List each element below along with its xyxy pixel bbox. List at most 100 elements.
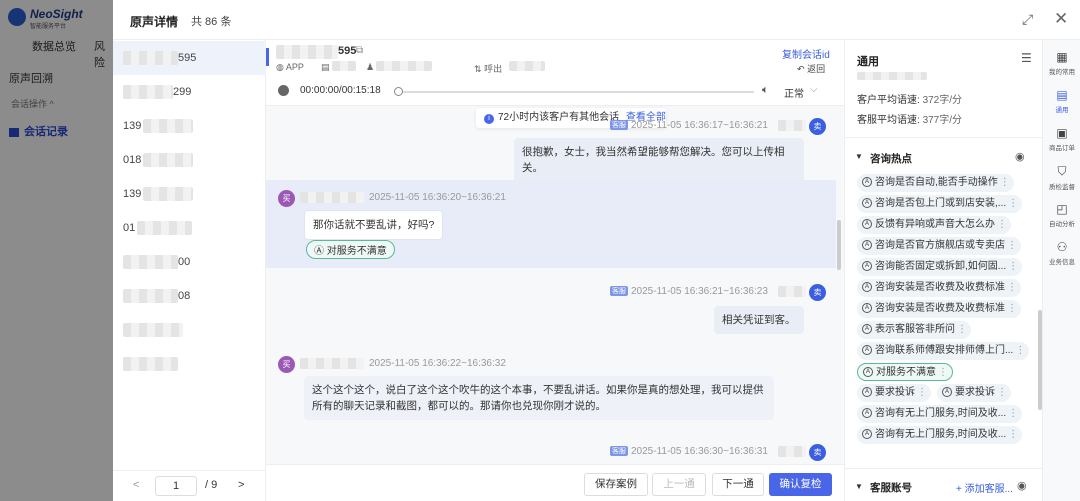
hot-tag-text: 咨询是否包上门或到店安装,... (875, 198, 1007, 209)
list-item[interactable]: 08 (113, 279, 266, 313)
pager-total: / 9 (205, 479, 218, 491)
masked-number (123, 323, 183, 338)
tag-icon: A (862, 324, 872, 335)
expand-icon[interactable]: ⤢ (1022, 11, 1033, 28)
more-icon[interactable]: ⋮ (957, 324, 967, 335)
add-agent-link[interactable]: + 添加客服... (956, 480, 1013, 495)
rail-item-orders[interactable]: ▣ 商品订单 (1043, 126, 1080, 152)
hot-tag[interactable]: A 咨询是否自动,能否手动操作 ⋮ (857, 174, 1014, 192)
hot-tag-text: 咨询能否固定或拆卸,如何固... (875, 261, 1007, 272)
list-item[interactable] (113, 313, 266, 347)
more-icon[interactable]: ⋮ (997, 387, 1007, 398)
call-direction: ⇅ 呼出 (474, 62, 502, 75)
list-item[interactable]: 018 (113, 143, 266, 177)
masked-name (778, 286, 806, 297)
hot-tag-text: 咨询安装是否收费及收费标准 (875, 282, 1005, 293)
hot-tag[interactable]: A 反馈有异响或声音大怎么办 ⋮ (857, 216, 1011, 234)
confirm-recheck-button[interactable]: 确认复检 (769, 473, 832, 496)
more-icon[interactable]: ⋮ (1000, 177, 1010, 188)
hot-tag[interactable]: A 咨询是否包上门或到店安装,... ⋮ (857, 195, 1023, 213)
modal-header: 原声详情 共 86 条 ⤢ ✕ (113, 0, 1080, 40)
hot-tag[interactable]: A 咨询能否固定或拆卸,如何固... ⋮ (857, 258, 1023, 276)
panel-title: 通用 (857, 56, 879, 68)
next-call-button[interactable]: 下一通 (712, 473, 764, 496)
more-icon[interactable]: ⋮ (1015, 345, 1025, 356)
hot-tag[interactable]: A 表示客服答非所问 ⋮ (857, 321, 971, 339)
back-link[interactable]: ↶ 返回 (797, 62, 825, 75)
hot-tag[interactable]: A 咨询有无上门服务,时间及收... ⋮ (857, 426, 1023, 444)
copy-icon[interactable]: ⧉ (356, 45, 363, 56)
role-tag: 客服 (610, 120, 628, 131)
hot-tag[interactable]: A 要求投诉 ⋮ (937, 384, 1011, 402)
pager-prev[interactable]: < (133, 479, 139, 491)
hot-tag[interactable]: A 咨询是否官方旗舰店或专卖店 ⋮ (857, 237, 1021, 255)
audio-time: 00:00:00/00:15:18 (300, 85, 381, 96)
chat-transcript: i 72小时内该客户有其他会话 查看全部 客服 2025-11-05 16:36:1… (266, 106, 844, 464)
message-time: 2025-11-05 16:36:21~16:36:23 (631, 286, 768, 297)
list-item-prefix: 139 (123, 188, 142, 200)
prev-call-button[interactable]: 上一通 (652, 473, 706, 496)
volume-icon[interactable]: 🔈︎ (762, 84, 769, 97)
hot-tag[interactable]: A 要求投诉 ⋮ (857, 384, 931, 402)
rail-item-analysis[interactable]: ◰ 自动分析 (1043, 202, 1080, 228)
list-item[interactable] (113, 347, 266, 381)
panel-menu-icon[interactable]: ☰ (1021, 51, 1032, 65)
save-case-button[interactable]: 保存案例 (584, 473, 648, 496)
label-chip[interactable]: Ⓐ 对服务不满意 (306, 240, 395, 259)
more-icon[interactable]: ⋮ (917, 387, 927, 398)
list-item[interactable]: 00 (113, 245, 266, 279)
more-icon[interactable]: ⋮ (1007, 240, 1017, 251)
hot-tag[interactable]: A 咨询安装是否收费及收费标准 ⋮ (857, 300, 1021, 318)
pager-input[interactable]: 1 (155, 476, 197, 496)
close-icon[interactable]: ✕ (1054, 9, 1068, 29)
hot-tag[interactable]: A 咨询有无上门服务,时间及收... ⋮ (857, 405, 1023, 423)
role-tag: 客服 (610, 446, 628, 457)
record-list: 595 299 139 018 139 01 00 08 < 1 / 9 > (113, 40, 266, 501)
label-chip-text: 对服务不满意 (326, 246, 387, 257)
stat-label: 客服平均语速: (857, 115, 920, 126)
masked-name (300, 192, 364, 203)
chevron-down-icon[interactable]: ⌵ (810, 84, 818, 95)
play-icon[interactable] (278, 85, 289, 96)
pager-next[interactable]: > (238, 479, 244, 491)
list-item[interactable]: 139 (113, 109, 266, 143)
rail-item-qa[interactable]: ⛉ 质检监督 (1043, 164, 1080, 191)
chat-scrollbar[interactable] (837, 220, 841, 270)
masked-name (778, 446, 806, 457)
rail-item-favorites[interactable]: ▦ 我的常用 (1043, 50, 1080, 76)
masked-number (123, 51, 178, 66)
eye-icon[interactable]: ◉ (1017, 479, 1027, 492)
agent-avatar: 卖 (809, 284, 826, 301)
hot-tag[interactable]: A 咨询联系师傅跟安排师傅上门... ⋮ (857, 342, 1030, 360)
more-icon[interactable]: ⋮ (1008, 408, 1018, 419)
eye-icon[interactable]: ◉ (1015, 150, 1025, 163)
more-icon[interactable]: ⋮ (1007, 282, 1017, 293)
more-icon[interactable]: ⋮ (1008, 261, 1018, 272)
collapse-icon[interactable]: ▼ (855, 152, 863, 161)
list-item[interactable]: 595 (113, 41, 266, 75)
rail-label: 我的常用 (1049, 69, 1075, 76)
hot-tag-text: 表示客服答非所问 (875, 324, 955, 335)
hot-tag-text: 咨询是否官方旗舰店或专卖店 (875, 240, 1005, 251)
hot-tag-selected[interactable]: A 对服务不满意 ⋮ (857, 363, 953, 381)
copy-session-id-link[interactable]: 复制会话id (782, 46, 830, 61)
more-icon[interactable]: ⋮ (997, 219, 1007, 230)
more-icon[interactable]: ⋮ (1008, 198, 1018, 209)
shield-icon: ⛉ (1057, 164, 1067, 178)
audio-progress-handle[interactable] (394, 87, 403, 96)
list-item[interactable]: 139 (113, 177, 266, 211)
audio-progress-track[interactable] (396, 91, 754, 93)
list-item[interactable]: 299 (113, 75, 266, 109)
rail-item-general[interactable]: ▤ 通用 (1043, 88, 1080, 114)
hot-tag[interactable]: A 咨询安装是否收费及收费标准 ⋮ (857, 279, 1021, 297)
more-icon[interactable]: ⋮ (938, 367, 948, 378)
collapse-icon[interactable]: ▼ (855, 482, 863, 491)
rail-item-business[interactable]: ⚇ 业务信息 (1043, 240, 1080, 266)
masked-number (143, 153, 194, 168)
list-item[interactable]: 01 (113, 211, 266, 245)
more-icon[interactable]: ⋮ (1007, 303, 1017, 314)
list-item-prefix: 018 (123, 154, 142, 166)
playback-speed[interactable]: 正常 (784, 85, 804, 100)
info-icon: i (484, 114, 494, 124)
more-icon[interactable]: ⋮ (1008, 429, 1018, 440)
